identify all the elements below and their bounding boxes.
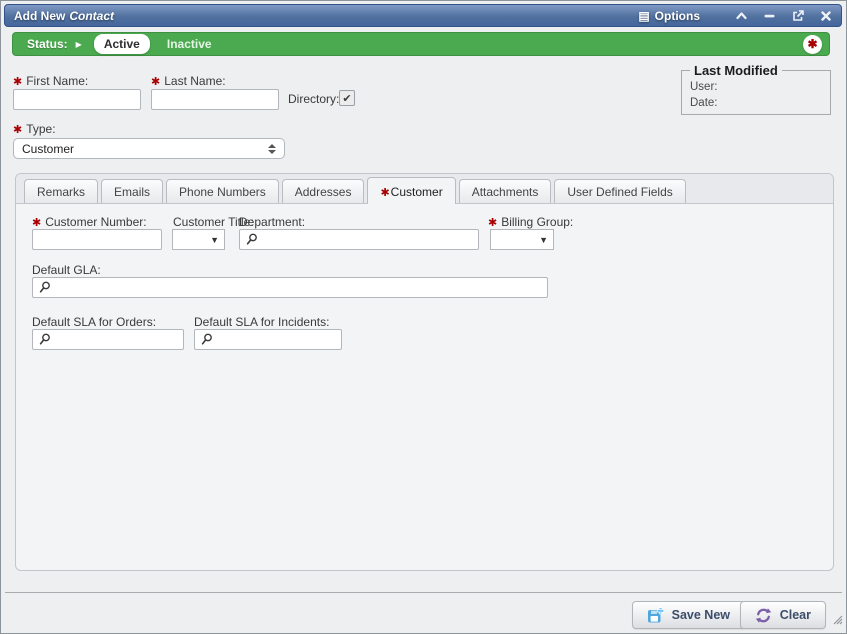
default-gla-input[interactable] [51,281,542,295]
type-label: ✱Type: [13,122,56,136]
title-emphasis: Contact [69,9,114,23]
tab-user-defined-fields[interactable]: User Defined Fields [554,179,685,204]
select-spinner-icon [268,144,276,154]
department-lookup [239,229,479,250]
resize-grip-icon [830,612,843,625]
options-label: Options [655,9,700,23]
department-label: Department: [239,215,305,229]
status-bar: Status: ▶ Active Inactive ✱ [12,32,830,56]
status-arrow-icon: ▶ [76,40,82,49]
close-icon [821,11,831,21]
clear-button[interactable]: Clear [740,601,826,629]
save-new-button[interactable]: Save New [632,601,745,629]
last-name-label: ✱Last Name: [151,74,226,88]
chevron-up-icon [736,11,747,20]
save-new-icon [647,607,664,624]
default-sla-orders-label: Default SLA for Orders: [32,315,156,329]
minimize-button[interactable] [763,9,776,22]
last-modified-user-row: User: [690,79,822,95]
search-icon [38,333,51,346]
save-new-label: Save New [672,608,730,622]
default-gla-label: Default GLA: [32,263,101,277]
required-asterisk-icon: ✱ [807,37,817,51]
user-label: User: [690,81,717,93]
last-name-input[interactable] [151,89,279,110]
date-label: Date: [690,97,718,109]
search-icon [38,281,51,294]
title-bar-controls: ▤ Options [638,9,832,23]
title-prefix: Add New [14,9,65,23]
first-name-label: ✱First Name: [13,74,88,88]
clear-label: Clear [780,608,811,622]
billing-group-dropdown[interactable]: ▼ [490,229,554,250]
billing-group-label: ✱Billing Group: [488,215,573,229]
status-label: Status: [27,37,68,51]
close-button[interactable] [819,9,832,22]
collapse-button[interactable] [735,9,748,22]
status-inactive-button[interactable]: Inactive [167,37,212,51]
default-sla-incidents-label: Default SLA for Incidents: [194,315,329,329]
check-icon: ✔ [342,92,351,105]
customer-title-dropdown[interactable]: ▼ [172,229,225,250]
type-select[interactable]: Customer [13,138,285,159]
required-fields-button[interactable]: ✱ [803,35,822,54]
dropdown-arrow-icon: ▼ [210,235,219,245]
tab-container: Remarks Emails Phone Numbers Addresses ✱… [15,173,834,571]
search-icon [200,333,213,346]
required-icon: ✱ [13,76,22,88]
required-icon: ✱ [488,217,497,229]
footer-divider [5,592,842,593]
tab-strip: Remarks Emails Phone Numbers Addresses ✱… [16,174,833,204]
tab-remarks[interactable]: Remarks [24,179,98,204]
required-icon: ✱ [380,187,389,199]
resize-handle[interactable] [830,612,843,630]
last-modified-date-row: Date: [690,95,822,111]
popout-icon [792,10,804,22]
last-modified-legend: Last Modified [690,63,782,78]
clear-refresh-icon [755,607,772,624]
required-icon: ✱ [32,217,41,229]
status-active-button[interactable]: Active [94,34,150,54]
required-icon: ✱ [151,76,160,88]
default-sla-incidents-input[interactable] [213,333,373,347]
tab-customer[interactable]: ✱Customer [367,177,455,204]
last-modified-group: Last Modified User: Date: [681,63,831,115]
department-input[interactable] [258,233,473,247]
default-sla-incidents-lookup [194,329,342,350]
default-sla-orders-lookup [32,329,184,350]
first-name-input[interactable] [13,89,141,110]
dialog-title: Add New Contact [14,9,114,23]
directory-checkbox[interactable]: ✔ [339,90,355,106]
popout-button[interactable] [791,9,804,22]
search-icon [245,233,258,246]
default-sla-orders-input[interactable] [51,333,211,347]
customer-number-label: ✱Customer Number: [32,215,147,229]
dropdown-arrow-icon: ▼ [539,235,548,245]
customer-number-input[interactable] [32,229,162,250]
required-icon: ✱ [13,124,22,136]
tab-phone-numbers[interactable]: Phone Numbers [166,179,279,204]
default-gla-lookup [32,277,548,298]
tab-addresses[interactable]: Addresses [282,179,365,204]
minimize-icon [764,14,775,18]
options-list-icon: ▤ [638,9,649,23]
tab-emails[interactable]: Emails [101,179,163,204]
options-button[interactable]: ▤ Options [638,9,700,23]
add-new-contact-dialog: Add New Contact ▤ Options [0,0,847,634]
title-bar: Add New Contact ▤ Options [4,4,842,27]
tab-attachments[interactable]: Attachments [459,179,552,204]
type-select-value: Customer [22,142,268,156]
directory-label: Directory: [288,92,339,106]
